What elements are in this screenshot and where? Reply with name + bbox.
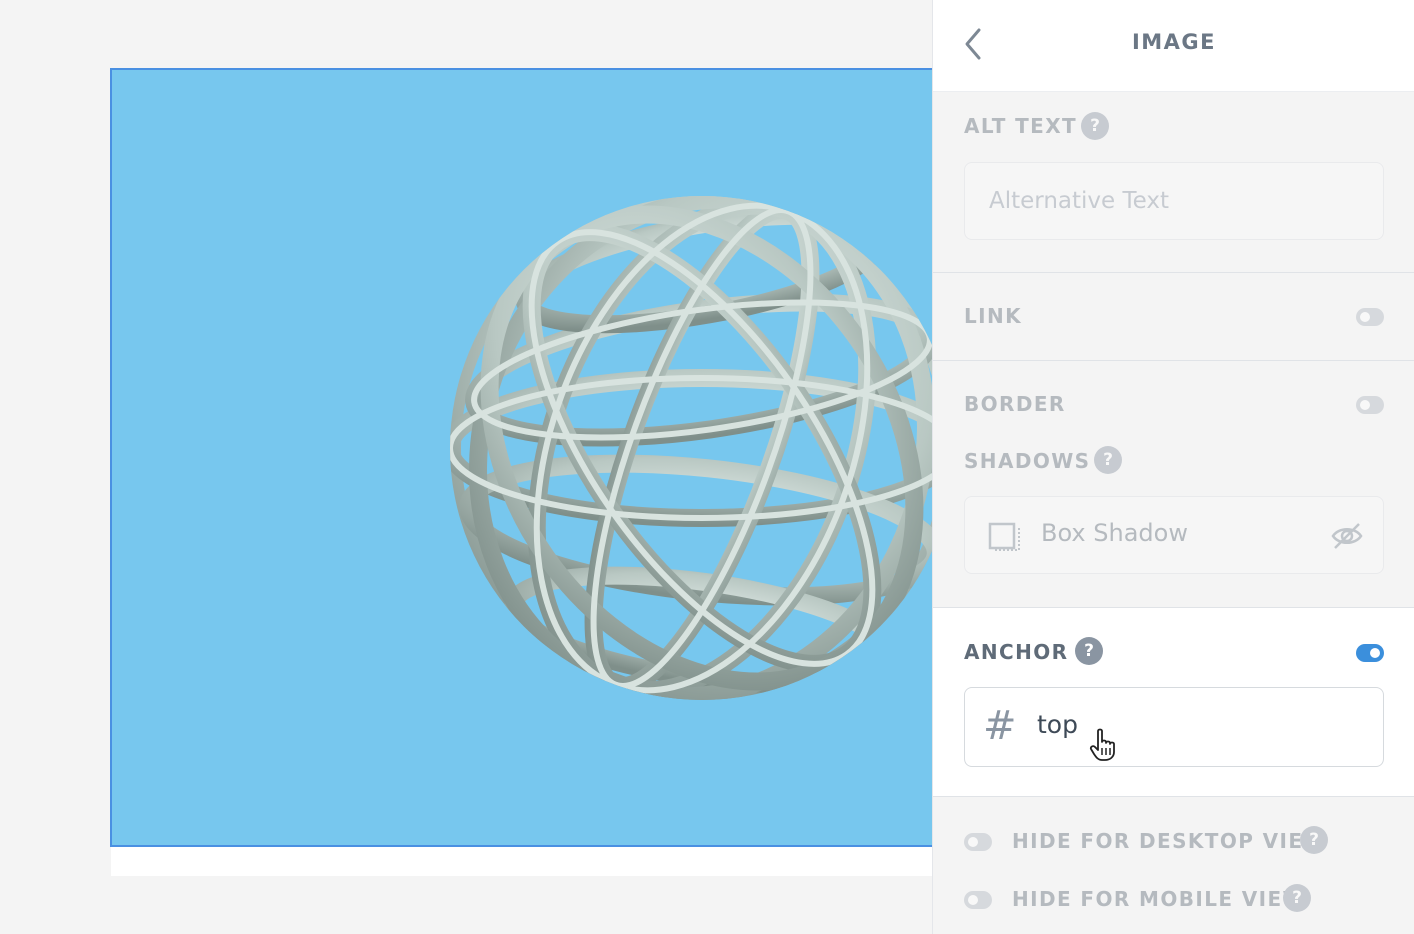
panel-header: IMAGE xyxy=(933,0,1414,92)
anchor-help-icon[interactable]: ? xyxy=(1075,637,1103,665)
hide-desktop-help-icon[interactable]: ? xyxy=(1300,826,1328,854)
anchor-input[interactable]: top xyxy=(1037,710,1078,739)
shadows-label: SHADOWS xyxy=(964,449,1091,473)
anchor-toggle[interactable] xyxy=(1356,644,1384,662)
hide-mobile-help-icon[interactable]: ? xyxy=(1283,884,1311,912)
selected-image-block[interactable] xyxy=(110,68,932,847)
hide-mobile-toggle[interactable] xyxy=(964,891,992,909)
alt-text-input[interactable] xyxy=(989,183,1359,219)
wireframe-sphere-image xyxy=(450,196,932,700)
box-shadow-label: Box Shadow xyxy=(1041,519,1188,547)
panel-title: IMAGE xyxy=(1131,30,1217,54)
alt-text-help-icon[interactable]: ? xyxy=(1081,112,1109,140)
divider xyxy=(933,272,1414,273)
anchor-label: ANCHOR xyxy=(964,640,1069,664)
box-shadow-item[interactable]: Box Shadow xyxy=(964,496,1384,574)
page-body-strip xyxy=(111,846,932,876)
divider xyxy=(933,360,1414,361)
hand-pointer-icon xyxy=(1089,728,1115,761)
shadows-help-icon[interactable]: ? xyxy=(1094,446,1122,474)
image-settings-panel: IMAGE ALT TEXT ? LINK BORDER SHADOWS ? B… xyxy=(932,0,1414,934)
anchor-section: ANCHOR ? # top xyxy=(933,607,1414,797)
alt-text-label: ALT TEXT xyxy=(964,114,1078,138)
anchor-input-field[interactable]: # top xyxy=(964,687,1384,767)
alt-text-field[interactable] xyxy=(964,162,1384,240)
hide-desktop-toggle[interactable] xyxy=(964,833,992,851)
editor-canvas xyxy=(0,0,932,934)
eye-slash-icon[interactable] xyxy=(1331,521,1363,551)
border-toggle[interactable] xyxy=(1356,396,1384,414)
box-shadow-icon xyxy=(988,522,1020,551)
border-label: BORDER xyxy=(964,392,1066,416)
hash-prefix: # xyxy=(983,703,1017,749)
link-label: LINK xyxy=(964,304,1023,328)
link-toggle[interactable] xyxy=(1356,308,1384,326)
hide-desktop-label: HIDE FOR DESKTOP VIEW xyxy=(1012,829,1327,853)
hide-mobile-label: HIDE FOR MOBILE VIEW xyxy=(1012,887,1307,911)
